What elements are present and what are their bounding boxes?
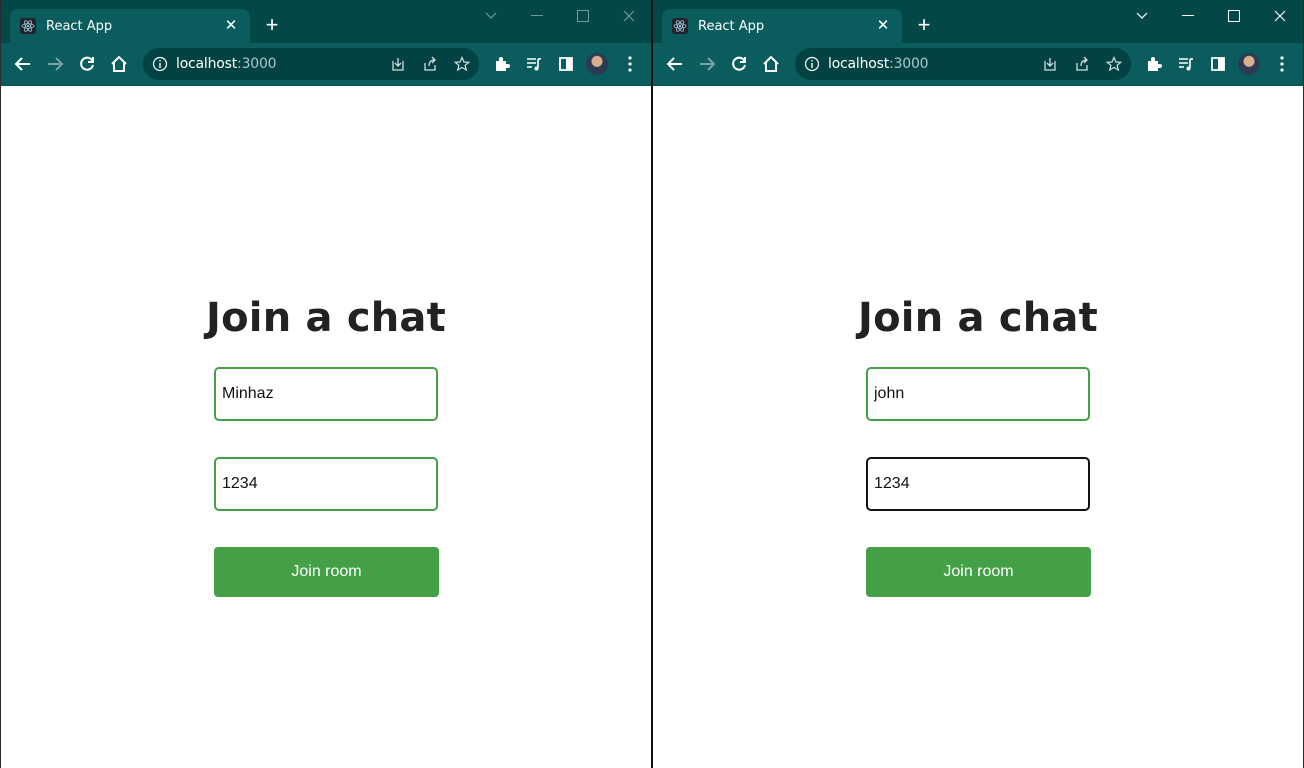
- chevron-down-icon[interactable]: [1128, 6, 1156, 26]
- page-title: Join a chat: [858, 295, 1098, 341]
- maximize-icon[interactable]: [1220, 6, 1248, 26]
- star-icon[interactable]: [1105, 55, 1123, 73]
- room-input[interactable]: [866, 457, 1090, 511]
- home-icon[interactable]: [759, 52, 783, 76]
- minimize-icon[interactable]: [523, 6, 551, 26]
- close-icon[interactable]: ✕: [222, 17, 240, 35]
- url-text: localhost:3000: [176, 56, 277, 72]
- share-icon[interactable]: [1073, 55, 1091, 73]
- tab-strip: React App ✕ +: [1, 0, 651, 43]
- plus-icon[interactable]: +: [260, 14, 284, 38]
- forward-arrow-icon[interactable]: [43, 52, 67, 76]
- react-favicon-icon: [20, 18, 36, 34]
- minimize-icon[interactable]: [1174, 6, 1202, 26]
- browser-window-left: React App ✕ + localhost:3000 Join a chat…: [0, 0, 651, 768]
- avatar[interactable]: [586, 53, 608, 75]
- star-icon[interactable]: [453, 55, 471, 73]
- home-icon[interactable]: [107, 52, 131, 76]
- back-arrow-icon[interactable]: [663, 52, 687, 76]
- extensions-icon[interactable]: [1142, 52, 1166, 76]
- address-bar[interactable]: localhost:3000: [143, 48, 479, 80]
- browser-toolbar: localhost:3000: [653, 43, 1303, 86]
- page-title: Join a chat: [206, 295, 446, 341]
- kebab-menu-icon[interactable]: [1270, 52, 1294, 76]
- tab-title: React App: [698, 18, 765, 34]
- address-bar[interactable]: localhost:3000: [795, 48, 1131, 80]
- info-icon[interactable]: [152, 56, 168, 72]
- window-close-icon[interactable]: [615, 6, 643, 26]
- join-room-button[interactable]: Join room: [214, 547, 439, 597]
- kebab-menu-icon[interactable]: [618, 52, 642, 76]
- username-input[interactable]: [214, 367, 438, 421]
- react-favicon-icon: [672, 18, 688, 34]
- side-panel-icon[interactable]: [554, 52, 578, 76]
- page-content: Join a chat Join room: [653, 86, 1303, 768]
- share-icon[interactable]: [421, 55, 439, 73]
- url-host: localhost: [176, 56, 238, 72]
- media-icon[interactable]: [522, 52, 546, 76]
- room-input[interactable]: [214, 457, 438, 511]
- browser-toolbar: localhost:3000: [1, 43, 651, 86]
- plus-icon[interactable]: +: [912, 14, 936, 38]
- url-host: localhost: [828, 56, 890, 72]
- install-icon[interactable]: [389, 55, 407, 73]
- maximize-icon[interactable]: [569, 6, 597, 26]
- url-text: localhost:3000: [828, 56, 929, 72]
- tab-title: React App: [46, 18, 113, 34]
- side-panel-icon[interactable]: [1206, 52, 1230, 76]
- reload-icon[interactable]: [727, 52, 751, 76]
- browser-window-right: React App ✕ + localhost:3000 Join a chat…: [653, 0, 1304, 768]
- close-icon[interactable]: ✕: [874, 17, 892, 35]
- page-content: Join a chat Join room: [1, 86, 651, 768]
- chevron-down-icon[interactable]: [477, 6, 505, 26]
- username-input[interactable]: [866, 367, 1090, 421]
- extensions-icon[interactable]: [490, 52, 514, 76]
- url-port: :3000: [237, 56, 277, 72]
- back-arrow-icon[interactable]: [11, 52, 35, 76]
- window-close-icon[interactable]: [1266, 6, 1294, 26]
- join-room-button[interactable]: Join room: [866, 547, 1091, 597]
- reload-icon[interactable]: [75, 52, 99, 76]
- avatar[interactable]: [1238, 53, 1260, 75]
- url-port: :3000: [889, 56, 929, 72]
- media-icon[interactable]: [1174, 52, 1198, 76]
- info-icon[interactable]: [804, 56, 820, 72]
- forward-arrow-icon[interactable]: [695, 52, 719, 76]
- install-icon[interactable]: [1041, 55, 1059, 73]
- tab-react-app[interactable]: React App ✕: [10, 9, 250, 43]
- tab-react-app[interactable]: React App ✕: [662, 9, 902, 43]
- tab-strip: React App ✕ +: [653, 0, 1303, 43]
